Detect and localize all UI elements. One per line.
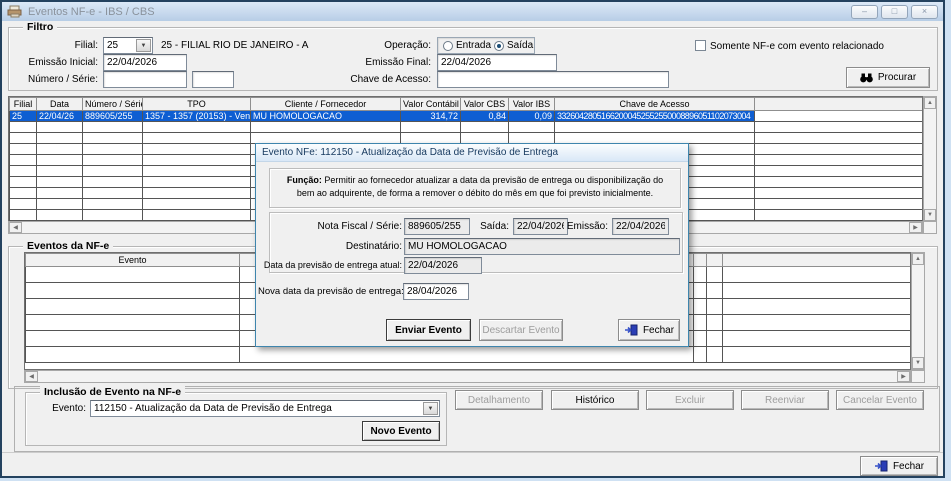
scroll-left-icon[interactable]: ◀	[9, 222, 22, 233]
somente-nfe-label: Somente NF-e com evento relacionado	[710, 41, 884, 52]
entrada-radio[interactable]	[443, 41, 453, 51]
filial-value: 25	[107, 40, 118, 51]
close-button[interactable]: ×	[911, 5, 938, 19]
excluir-label: Excluir	[675, 395, 705, 406]
evento-combobox[interactable]: 112150 - Atualização da Data de Previsão…	[90, 400, 440, 417]
serie-input[interactable]	[192, 71, 234, 88]
bottom-separator	[2, 452, 943, 453]
eventos-legend: Eventos da NF-e	[23, 240, 113, 252]
dialog-titlebar[interactable]: Evento NFe: 112150 - Atualização da Data…	[256, 144, 688, 162]
filial-description: 25 - FILIAL RIO DE JANEIRO - A	[161, 40, 308, 51]
eventos-grid-hscrollbar[interactable]: ◀ ▶	[24, 370, 911, 383]
destinatario-field[interactable]	[404, 238, 680, 255]
data-atual-label: Data da previsão de entrega atual:	[258, 260, 402, 270]
novo-evento-label: Novo Evento	[370, 426, 431, 437]
evento-label: Evento:	[42, 403, 86, 414]
scrollbar-corner	[911, 370, 925, 383]
exit-door-icon	[624, 324, 638, 336]
evento-nfe-dialog: Evento NFe: 112150 - Atualização da Data…	[255, 143, 689, 347]
emissao-inicial-input[interactable]	[103, 54, 187, 71]
empty-row	[10, 122, 924, 133]
filter-legend: Filtro	[23, 21, 57, 33]
saida-date-field[interactable]	[513, 218, 568, 235]
descartar-evento-label: Descartar Evento	[482, 325, 559, 336]
novo-evento-button[interactable]: Novo Evento	[362, 421, 440, 441]
enviar-evento-button[interactable]: Enviar Evento	[386, 319, 471, 341]
scrollbar-corner	[923, 221, 937, 234]
restore-button[interactable]: □	[881, 5, 908, 19]
operacao-radio-panel: Entrada Saída	[437, 37, 535, 54]
funcao-box: Função: Permitir ao fornecedor atualizar…	[269, 168, 681, 208]
historico-label: Histórico	[576, 395, 615, 406]
chave-acesso-label: Chave de Acesso:	[343, 74, 431, 85]
cancelar-evento-button[interactable]: Cancelar Evento	[836, 390, 924, 410]
descartar-evento-button[interactable]: Descartar Evento	[479, 319, 563, 341]
window-title: Eventos NF-e - IBS / CBS	[28, 6, 155, 18]
emissao-date-field[interactable]	[612, 218, 669, 235]
evento-value: 112150 - Atualização da Data de Previsão…	[94, 403, 332, 414]
saida-label: Saída	[507, 40, 533, 51]
scroll-left-icon[interactable]: ◀	[25, 371, 38, 382]
minimize-button[interactable]: –	[851, 5, 878, 19]
detalhamento-button[interactable]: Detalhamento	[455, 390, 543, 410]
fechar-label: Fechar	[893, 461, 924, 472]
nfe-grid-vscrollbar[interactable]: ▲ ▼	[923, 96, 937, 222]
data-atual-field[interactable]	[404, 257, 482, 274]
nfe-selected-row[interactable]: 25 22/04/26 889605/255 1357 - 1357 (2015…	[10, 111, 924, 122]
titlebar: Eventos NF-e - IBS / CBS – □ ×	[2, 2, 943, 21]
cancelar-evento-label: Cancelar Evento	[843, 395, 917, 406]
inclusao-legend: Inclusão de Evento na NF-e	[40, 386, 185, 398]
somente-nfe-checkbox[interactable]	[695, 40, 706, 51]
chave-acesso-input[interactable]	[437, 71, 669, 88]
nova-data-label: Nova data da previsão de entrega:	[258, 286, 401, 297]
nota-fiscal-label: Nota Fiscal / Série:	[272, 221, 402, 232]
chevron-down-icon[interactable]: ▼	[423, 402, 438, 415]
funcao-label: Função:	[287, 175, 322, 185]
nota-info-box: Nota Fiscal / Série: Saída: Emissão: Des…	[269, 212, 683, 273]
nota-fiscal-field[interactable]	[404, 218, 470, 235]
fechar-button[interactable]: Fechar	[860, 456, 938, 476]
scroll-right-icon[interactable]: ▶	[897, 371, 910, 382]
eventos-grid-vscrollbar[interactable]: ▲ ▼	[911, 252, 925, 370]
chevron-down-icon[interactable]: ▼	[136, 39, 151, 52]
nfe-grid-header-row: FilialDataNúmero / Série TPOCliente / Fo…	[10, 98, 924, 111]
empty-row	[10, 133, 924, 144]
scroll-down-icon[interactable]: ▼	[924, 209, 936, 221]
app-window: Eventos NF-e - IBS / CBS – □ × Filtro Fi…	[0, 0, 945, 478]
procurar-label: Procurar	[878, 72, 916, 83]
scroll-right-icon[interactable]: ▶	[909, 222, 922, 233]
saida-date-label: Saída:	[473, 221, 509, 232]
historico-button[interactable]: Histórico	[551, 390, 639, 410]
dialog-fechar-label: Fechar	[643, 325, 674, 336]
numero-input[interactable]	[103, 71, 187, 88]
procurar-button[interactable]: Procurar	[846, 67, 930, 88]
emissao-date-label: Emissão:	[566, 221, 608, 232]
operacao-label: Operação:	[373, 40, 431, 51]
nova-data-input[interactable]	[403, 283, 469, 300]
scroll-up-icon[interactable]: ▲	[924, 97, 936, 109]
app-printer-icon	[7, 5, 22, 18]
emissao-final-label: Emissão Final:	[343, 57, 431, 68]
scroll-up-icon[interactable]: ▲	[912, 253, 924, 265]
reenviar-button[interactable]: Reenviar	[741, 390, 829, 410]
exit-door-icon	[874, 460, 888, 472]
entrada-label: Entrada	[456, 40, 491, 51]
binoculars-icon	[860, 73, 873, 83]
detalhamento-label: Detalhamento	[468, 395, 530, 406]
dialog-fechar-button[interactable]: Fechar	[618, 319, 680, 341]
empty-row	[26, 347, 912, 363]
destinatario-label: Destinatário:	[272, 241, 402, 252]
numero-serie-label: Número / Série:	[10, 74, 98, 85]
funcao-text: Função: Permitir ao fornecedor atualizar…	[270, 169, 680, 205]
filial-label: Filial:	[40, 40, 98, 51]
scroll-down-icon[interactable]: ▼	[912, 357, 924, 369]
reenviar-label: Reenviar	[765, 395, 805, 406]
enviar-evento-label: Enviar Evento	[395, 325, 462, 336]
emissao-final-input[interactable]	[437, 54, 557, 71]
excluir-button[interactable]: Excluir	[646, 390, 734, 410]
saida-radio[interactable]	[494, 41, 504, 51]
emissao-inicial-label: Emissão Inicial:	[10, 57, 98, 68]
filial-combobox[interactable]: 25 ▼	[103, 37, 153, 54]
